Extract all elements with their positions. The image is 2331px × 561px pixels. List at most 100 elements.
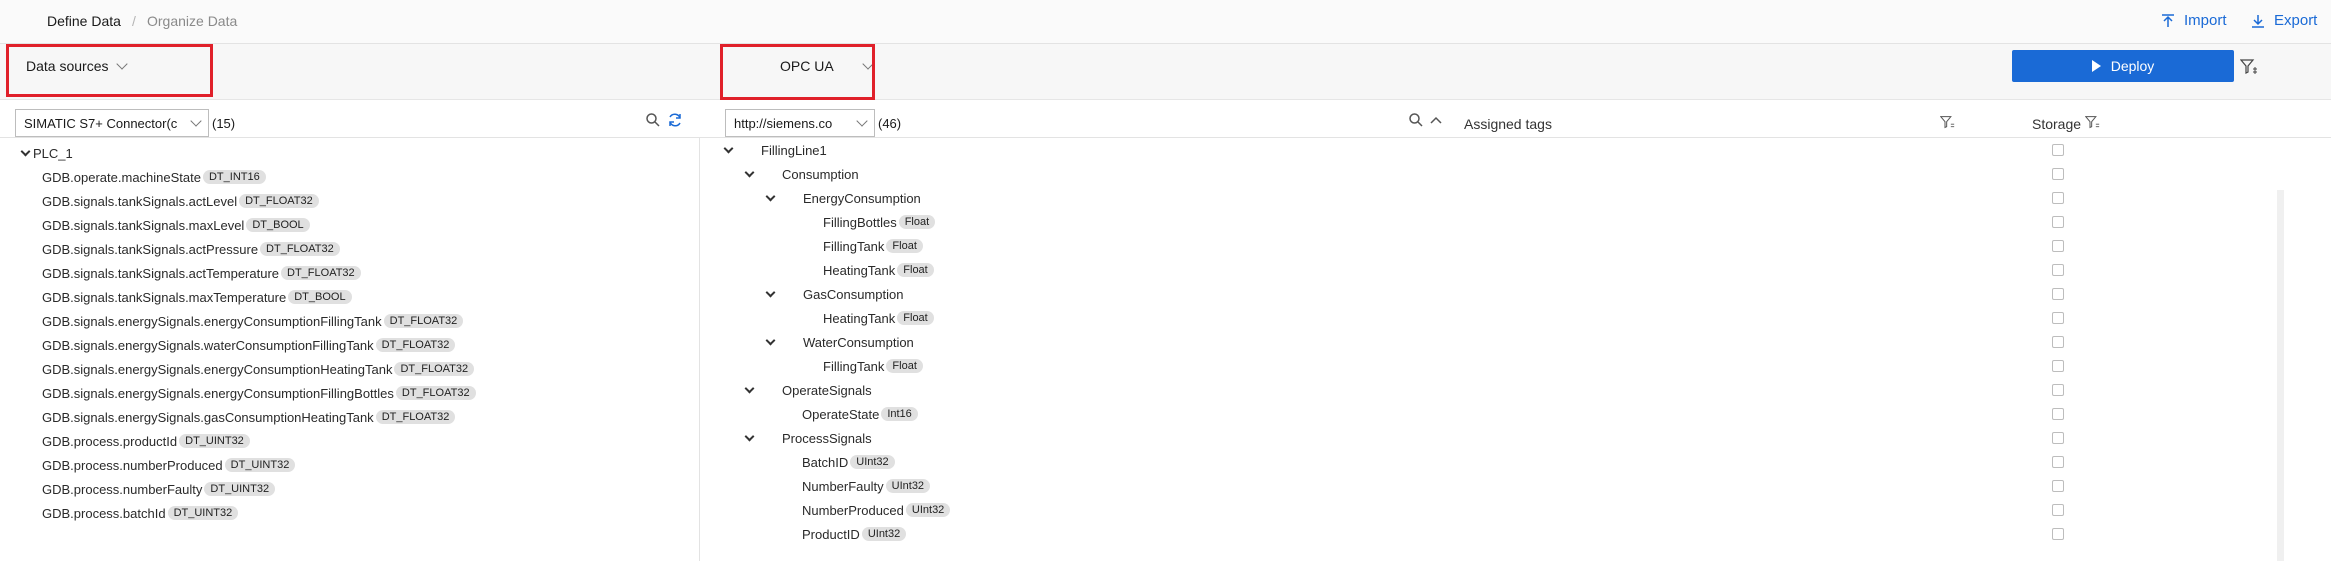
source-tag-row[interactable]: GDB.signals.energySignals.gasConsumption…	[42, 405, 456, 429]
source-tag-row[interactable]: GDB.signals.energySignals.energyConsumpt…	[42, 381, 476, 405]
expand-arrow-icon[interactable]	[20, 146, 31, 156]
expand-arrow-icon[interactable]	[723, 143, 734, 153]
expand-arrow-icon[interactable]	[744, 167, 755, 177]
source-tag-row[interactable]: GDB.signals.tankSignals.actLevel DT_FLOAT…	[42, 189, 319, 213]
source-tag-row[interactable]: GDB.signals.energySignals.energyConsumpt…	[42, 357, 475, 381]
refresh-icon[interactable]	[667, 112, 683, 128]
tree-variable-row[interactable]: HeatingTank Float	[802, 306, 934, 330]
storage-checkbox[interactable]	[2052, 504, 2064, 516]
variable-table-icon	[781, 527, 796, 541]
export-button[interactable]: Export	[2250, 12, 2317, 29]
connector-select[interactable]: SIMATIC S7+ Connector(c	[15, 109, 209, 137]
search-icon[interactable]	[645, 112, 661, 128]
expand-arrow-icon[interactable]	[765, 335, 776, 345]
datatype-badge: Float	[898, 215, 936, 229]
tree-node-row[interactable]: EnergyConsumption	[765, 186, 921, 210]
vertical-scrollbar[interactable]	[2277, 190, 2284, 561]
export-label: Export	[2274, 12, 2318, 29]
storage-checkbox[interactable]	[2052, 168, 2064, 180]
breadcrumb-define-data[interactable]: Define Data	[47, 13, 121, 29]
source-tag-row[interactable]: GDB.signals.energySignals.waterConsumpti…	[42, 333, 456, 357]
storage-checkbox[interactable]	[2052, 384, 2064, 396]
tree-variable-row[interactable]: FillingTank Float	[802, 234, 923, 258]
source-tag-row[interactable]: GDB.process.productId DT_UINT32	[42, 429, 250, 453]
variable-table-icon	[781, 503, 796, 517]
connector-select-value: SIMATIC S7+ Connector(c	[24, 115, 178, 131]
storage-checkbox[interactable]	[2052, 336, 2064, 348]
deploy-button[interactable]: Deploy	[2012, 50, 2234, 82]
storage-checkbox[interactable]	[2052, 456, 2064, 468]
tree-variable-row[interactable]: NumberProduced UInt32	[781, 498, 951, 522]
tag-name: GDB.signals.energySignals.energyConsumpt…	[42, 313, 382, 329]
top-bar: Define Data / Organize Data Import Expor…	[0, 0, 2331, 44]
tree-variable-row[interactable]: FillingTank Float	[802, 354, 923, 378]
storage-checkbox[interactable]	[2052, 216, 2064, 228]
source-tag-row[interactable]: GDB.operate.machineState DT_INT16	[42, 165, 266, 189]
storage-checkbox[interactable]	[2052, 144, 2064, 156]
assigned-tags-header: Assigned tags	[1464, 116, 1552, 132]
tree-node-row[interactable]: FillingLine1	[723, 138, 827, 162]
object-cube-icon	[782, 287, 797, 302]
breadcrumb-organize-data[interactable]: Organize Data	[147, 13, 237, 29]
storage-checkbox[interactable]	[2052, 240, 2064, 252]
storage-header: Storage	[2032, 116, 2082, 132]
namespace-select-value: http://siemens.co	[734, 115, 833, 131]
chevron-up-icon[interactable]	[1428, 112, 1444, 128]
source-tag-row[interactable]: GDB.signals.tankSignals.actPressure DT_FL…	[42, 237, 340, 261]
breadcrumb-separator: /	[132, 13, 136, 29]
object-cube-icon	[782, 191, 797, 206]
tree-variable-row[interactable]: NumberFaulty UInt32	[781, 474, 931, 498]
node-label: BatchID	[802, 454, 849, 470]
tree-variable-row[interactable]: ProductID UInt32	[781, 522, 907, 546]
tree-variable-row[interactable]: BatchID UInt32	[781, 450, 895, 474]
namespace-select[interactable]: http://siemens.co	[725, 109, 875, 137]
datatype-badge: UInt32	[861, 527, 907, 541]
storage-checkbox[interactable]	[2052, 528, 2064, 540]
storage-checkbox[interactable]	[2052, 192, 2064, 204]
tree-node-row[interactable]: WaterConsumption	[765, 330, 914, 354]
source-tag-row[interactable]: GDB.signals.tankSignals.maxLevel DT_BOOL	[42, 213, 310, 237]
filter-icon[interactable]	[2240, 58, 2258, 76]
tree-root-plc[interactable]: PLC_1	[20, 141, 73, 165]
storage-checkbox[interactable]	[2052, 264, 2064, 276]
storage-checkbox[interactable]	[2052, 480, 2064, 492]
expand-arrow-icon[interactable]	[744, 431, 755, 441]
filter-icon[interactable]	[2085, 115, 2100, 130]
filter-icon[interactable]	[1940, 115, 1955, 130]
tree-node-row[interactable]: OperateSignals	[744, 378, 872, 402]
datatype-badge: DT_UINT32	[204, 482, 276, 496]
variable-table-icon	[802, 239, 817, 253]
tree-variable-row[interactable]: HeatingTank Float	[802, 258, 934, 282]
expand-arrow-icon[interactable]	[765, 191, 776, 201]
variable-table-icon	[781, 455, 796, 469]
storage-checkbox[interactable]	[2052, 432, 2064, 444]
node-count: (46)	[878, 116, 902, 131]
storage-checkbox[interactable]	[2052, 360, 2064, 372]
variable-table-icon	[802, 263, 817, 277]
source-tag-row[interactable]: GDB.signals.energySignals.energyConsumpt…	[42, 309, 464, 333]
storage-checkbox[interactable]	[2052, 312, 2064, 324]
search-icon[interactable]	[1408, 112, 1424, 128]
source-tag-row[interactable]: GDB.process.numberFaulty DT_UINT32	[42, 477, 276, 501]
import-button[interactable]: Import	[2160, 12, 2227, 29]
datatype-badge: UInt32	[885, 479, 931, 493]
tag-name: GDB.signals.tankSignals.actLevel	[42, 193, 238, 209]
expand-arrow-icon[interactable]	[765, 287, 776, 297]
storage-checkbox[interactable]	[2052, 288, 2064, 300]
tree-node-row[interactable]: Consumption	[744, 162, 859, 186]
source-tag-row[interactable]: GDB.signals.tankSignals.maxTemperature DT…	[42, 285, 352, 309]
datatype-badge: DT_FLOAT32	[239, 194, 319, 208]
source-tag-row[interactable]: GDB.process.numberProduced DT_UINT32	[42, 453, 296, 477]
storage-checkbox[interactable]	[2052, 408, 2064, 420]
tree-variable-row[interactable]: OperateState Int16	[781, 402, 918, 426]
tree-node-row[interactable]: ProcessSignals	[744, 426, 872, 450]
left-control-bar: Data sources	[0, 44, 700, 100]
tree-variable-row[interactable]: FillingBottles Float	[802, 210, 936, 234]
source-tag-row[interactable]: GDB.process.batchId DT_UINT32	[42, 501, 239, 525]
variable-table-icon	[802, 311, 817, 325]
node-label: HeatingTank	[823, 262, 896, 278]
opcua-panel: OPC UA Deploy http://siemens.co (46) Ass…	[700, 44, 2331, 561]
expand-arrow-icon[interactable]	[744, 383, 755, 393]
source-tag-row[interactable]: GDB.signals.tankSignals.actTemperature DT…	[42, 261, 361, 285]
tree-node-row[interactable]: GasConsumption	[765, 282, 903, 306]
